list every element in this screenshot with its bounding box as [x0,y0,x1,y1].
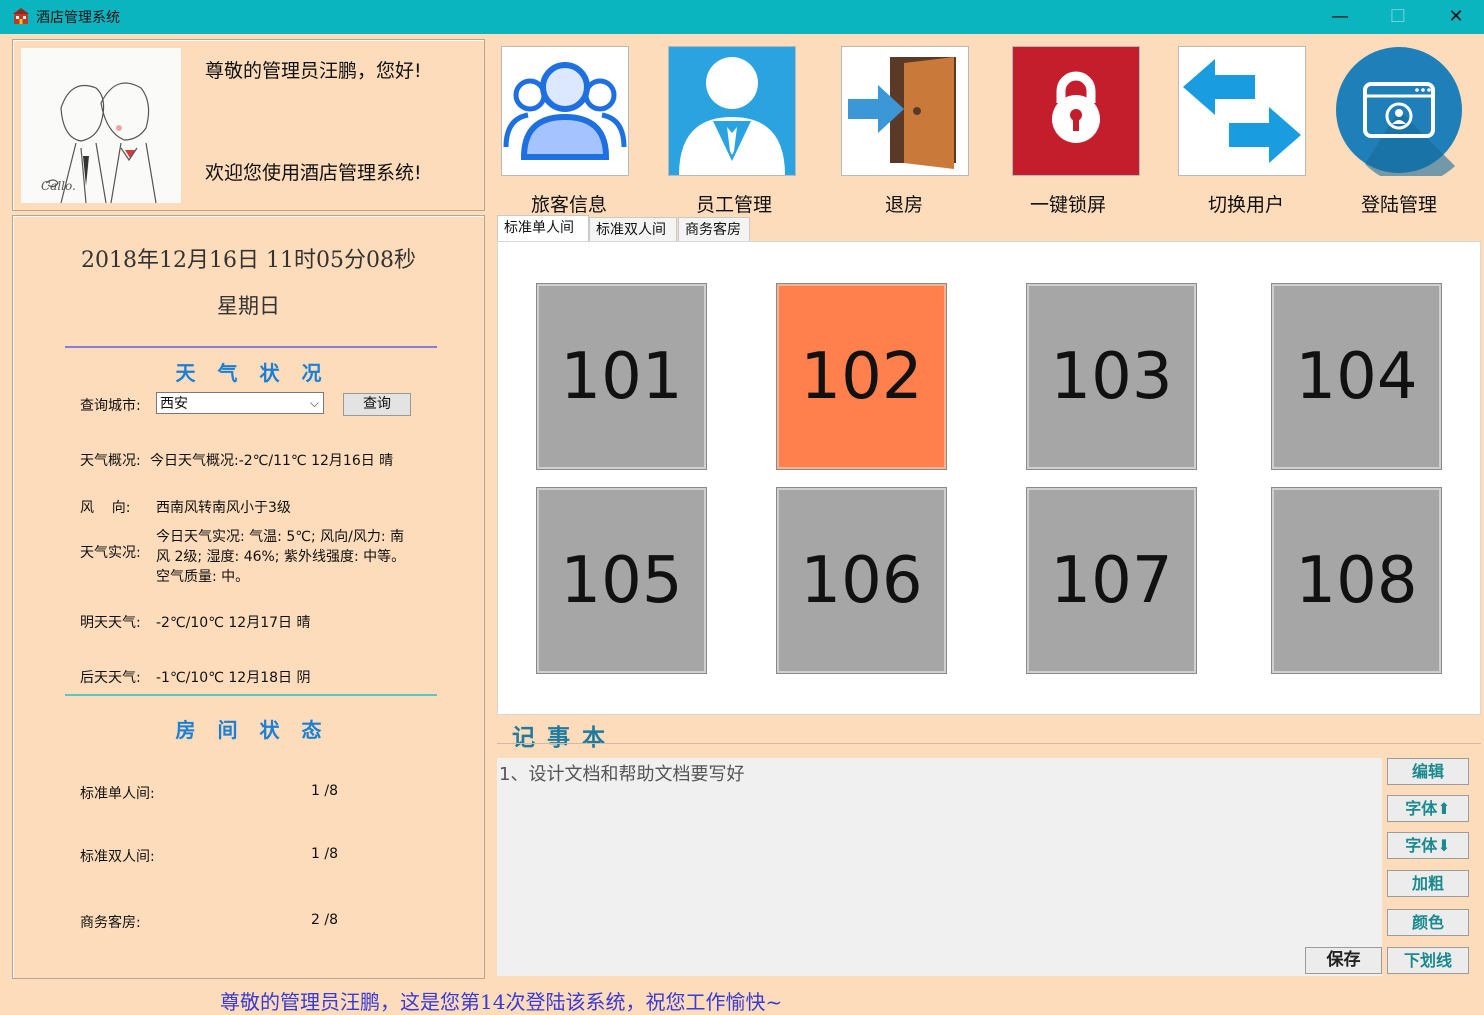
font-decrease-button[interactable]: 字体⬇ [1387,832,1469,859]
checkout-label: 退房 [885,194,924,216]
welcome-panel: Callo. 尊敬的管理员汪鹏，您好! 欢迎您使用酒店管理系统! [12,39,485,211]
minimize-button[interactable]: — [1312,3,1368,31]
save-button[interactable]: 保存 [1305,947,1382,974]
city-select[interactable]: 西安 ⌵ [156,392,324,414]
color-button[interactable]: 颜色 [1387,909,1469,936]
weather-overview-label: 天气概况: [80,453,141,469]
info-panel: 2018年12月16日 11时05分08秒 星期日 天气状况 查询城市: 西安 … [12,215,485,979]
switch-arrows-icon [1178,46,1306,176]
weather-overview-value: 今日天气概况:-2℃/11℃ 12月16日 晴 [150,453,394,469]
city-label: 查询城市: [80,398,141,414]
after-tomorrow-value: -1℃/10℃ 12月18日 阴 [156,670,311,686]
single-room-label: 标准单人间: [80,786,155,802]
hotel-app-icon [13,8,29,24]
notepad-textarea[interactable]: 1、设计文档和帮助文档要写好 [497,758,1382,976]
room-105[interactable]: 105 [536,487,707,674]
wind-value: 西南风转南风小于3级 [156,500,291,516]
close-button[interactable]: ✕ [1428,3,1484,31]
lock-screen-label: 一键锁屏 [1030,194,1107,216]
login-manage-label: 登陆管理 [1361,194,1438,216]
room-107[interactable]: 107 [1026,487,1197,674]
switch-user-label: 切换用户 [1208,194,1285,216]
divider [65,346,437,348]
tab-double-room[interactable]: 标准双人间 [589,217,677,241]
chevron-down-icon: ⌵ [309,396,319,410]
business-room-count: 2 /8 [311,912,338,928]
guest-info-label: 旅客信息 [531,194,608,216]
maximize-button[interactable]: ☐ [1370,3,1426,31]
tomorrow-value: -2℃/10℃ 12月17日 晴 [156,615,311,631]
window-title: 酒店管理系统 [36,10,120,26]
business-room-label: 商务客房: [80,915,141,931]
query-button[interactable]: 查询 [343,393,411,416]
room-101[interactable]: 101 [536,283,707,470]
current-datetime: 2018年12月16日 11时05分08秒 [81,248,416,273]
tab-single-room[interactable]: 标准单人间 [497,215,589,241]
font-increase-button[interactable]: 字体⬆ [1387,795,1469,822]
room-104[interactable]: 104 [1271,283,1442,470]
double-room-label: 标准双人间: [80,849,155,865]
avatar-sketch-icon: Callo. [41,82,157,204]
title-bar: 酒店管理系统 — ☐ ✕ [0,0,1484,34]
room-108[interactable]: 108 [1271,487,1442,674]
current-weekday: 星期日 [217,294,280,318]
edit-button[interactable]: 编辑 [1387,758,1469,785]
login-manage-icon [1335,46,1463,184]
employee-icon [668,46,796,176]
lock-icon [1012,46,1140,176]
room-102[interactable]: 102 [776,283,947,470]
room-103[interactable]: 103 [1026,283,1197,470]
svg-text:Callo.: Callo. [41,179,76,193]
weather-live-value: 今日天气实况: 气温: 5℃; 风向/风力: 南风 2级; 湿度: 46%; 紫… [156,529,406,585]
welcome-text: 欢迎您使用酒店管理系统! [205,162,422,184]
notepad-title: 记事本 [512,724,617,751]
weather-live-label: 天气实况: [80,545,141,561]
wind-label: 风 向: [80,500,131,516]
underline-button[interactable]: 下划线 [1387,947,1469,974]
room-status-section-title: 房间状态 [175,718,344,742]
tomorrow-label: 明天天气: [80,615,141,631]
avatar: Callo. [21,48,181,204]
greeting-text: 尊敬的管理员汪鹏，您好! [205,60,422,82]
divider [65,694,437,696]
double-room-count: 1 /8 [311,846,338,862]
room-106[interactable]: 106 [776,487,947,674]
city-value: 西安 [160,396,188,412]
checkout-door-icon [841,46,969,176]
users-icon [501,46,629,176]
single-room-count: 1 /8 [311,783,338,799]
room-grid: 101 102 103 104 105 106 107 108 [497,241,1481,715]
tab-business-room[interactable]: 商务客房 [678,217,750,241]
employee-manage-label: 员工管理 [696,194,773,216]
after-tomorrow-label: 后天天气: [80,670,141,686]
status-bar-message: 尊敬的管理员汪鹏，这是您第14次登陆该系统，祝您工作愉快~ [220,990,783,1014]
bold-button[interactable]: 加粗 [1387,870,1469,897]
divider [497,743,1481,744]
weather-section-title: 天气状况 [175,361,344,385]
